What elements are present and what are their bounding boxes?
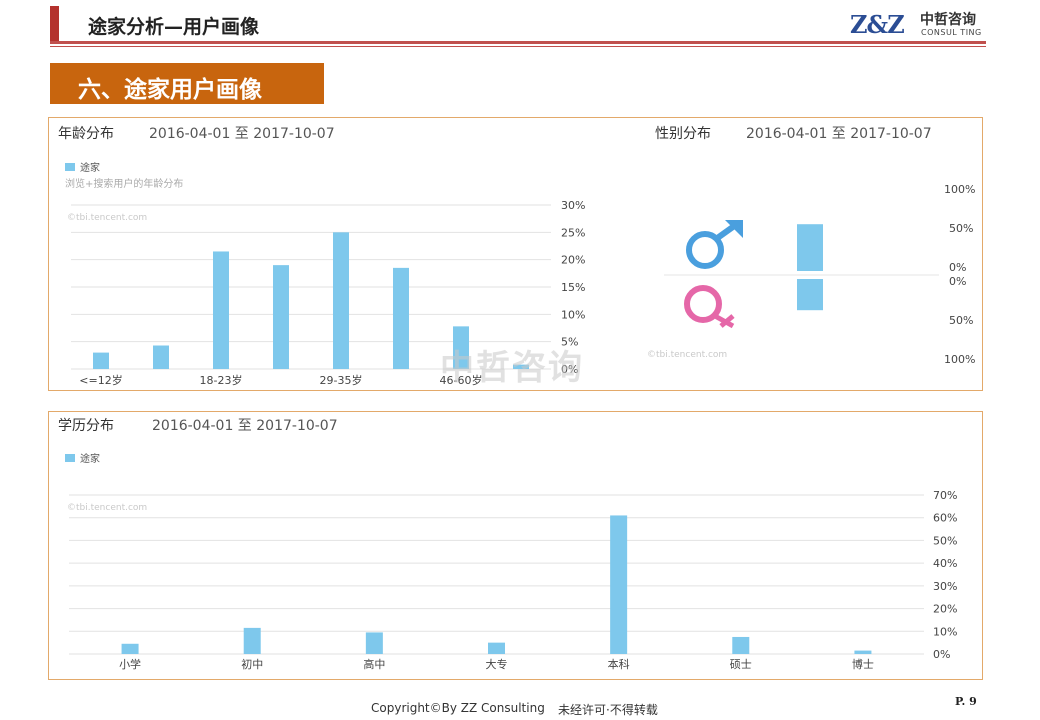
y-tick-label: 70%	[933, 489, 957, 502]
gender-y-tick-lower: 100%	[944, 353, 975, 366]
y-tick-label: 60%	[933, 512, 957, 525]
y-tick-label: 20%	[933, 603, 957, 616]
bar-初中	[243, 627, 261, 654]
gender-y-tick-lower: 50%	[949, 314, 973, 327]
footer-copyright: Copyright©By ZZ Consulting	[371, 701, 545, 715]
x-tick-label: 本科	[608, 657, 630, 671]
logo-english-name: CONSUL TING	[921, 28, 982, 37]
footer-notice: 未经许可·不得转载	[558, 703, 658, 717]
section-banner: 六、途家用户画像	[50, 63, 324, 104]
x-tick-label: 硕士	[730, 658, 752, 671]
logo-chinese-name: 中哲咨询	[920, 12, 976, 28]
x-tick-label: 小学	[119, 657, 141, 671]
logo-mark: Z&Z	[850, 10, 905, 39]
education-chart: 0% 10% 20% 30% 40% 50% 60% 70% 小学 初中 高中 大专 本科 硕士 博士	[69, 489, 957, 671]
bar-硕士	[732, 636, 750, 654]
education-panel: 学历分布 2016-04-01 至 2017-10-07 途家 ©tbi.ten…	[48, 411, 983, 680]
bar-大专	[488, 642, 505, 654]
y-tick-label: 0%	[933, 648, 950, 661]
bar-博士	[854, 650, 872, 654]
y-tick-label: 30%	[933, 580, 957, 593]
title-divider	[50, 41, 986, 44]
bar-female	[797, 279, 823, 311]
gender-y-tick-lower: 0%	[949, 275, 966, 288]
page-number: P. 9	[955, 695, 977, 708]
y-tick-label: 40%	[933, 557, 957, 570]
y-tick-label: 10%	[933, 625, 957, 638]
company-logo: Z&Z 中哲咨询 CONSUL TING	[850, 8, 990, 42]
title-divider-thin	[50, 46, 986, 47]
consultancy-watermark: 中哲咨询	[440, 348, 584, 388]
gender-y-tick-upper: 0%	[949, 261, 966, 274]
x-tick-label: 初中	[241, 657, 263, 671]
title-accent-bar	[50, 6, 59, 44]
bar-高中	[365, 632, 383, 654]
page-title: 途家分析—用户画像	[88, 16, 260, 38]
gender-y-tick-upper: 50%	[949, 222, 973, 235]
x-tick-label: 大专	[486, 657, 508, 671]
x-tick-label: 博士	[852, 658, 874, 671]
bar-male	[797, 224, 823, 271]
bar-小学	[121, 643, 139, 654]
gender-y-tick-upper: 100%	[944, 183, 975, 196]
bar-本科	[610, 515, 628, 654]
y-tick-label: 50%	[933, 534, 957, 547]
x-tick-label: 高中	[363, 657, 385, 671]
section-title: 六、途家用户画像	[78, 77, 262, 103]
